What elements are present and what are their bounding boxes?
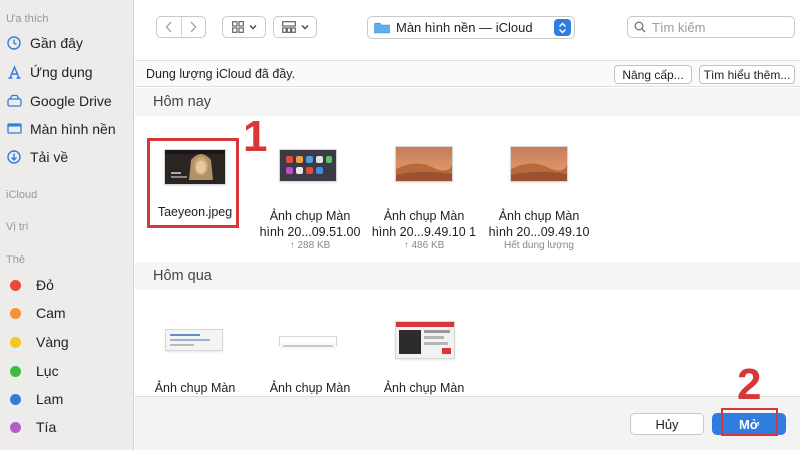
step-2-label: 2: [737, 360, 762, 409]
sidebar-tag-blue[interactable]: Lam: [6, 388, 63, 410]
chevron-left-icon: [165, 21, 172, 33]
tag-color-dot: [10, 365, 21, 377]
file-name: Ảnh chụp Màn: [269, 381, 351, 395]
location-popup[interactable]: Màn hình nền — iCloud: [367, 16, 575, 39]
sidebar-item-downloads[interactable]: Tải về: [6, 146, 68, 168]
desktop-icon: [6, 121, 22, 137]
sidebar-tag-yellow[interactable]: Vàng: [6, 331, 69, 353]
file-name-line2: hình 20...9.49.10 1: [371, 225, 477, 239]
sidebar-item-label: Lam: [36, 391, 64, 407]
sidebar-tag-red[interactable]: Đỏ: [6, 274, 54, 296]
file-name: Ảnh chụp Màn: [383, 381, 465, 395]
tag-color-dot: [10, 307, 21, 319]
locations-header: Vị trí: [6, 221, 29, 233]
file-status: Hết dung lượng: [504, 240, 574, 251]
file-name: Ảnh chụp Màn: [154, 381, 236, 395]
open-button-highlight: [721, 408, 778, 436]
file-name-line2: hình 20...09.51.00: [259, 225, 361, 239]
search-field[interactable]: Tìm kiếm: [627, 16, 795, 38]
file-thumbnail: [280, 150, 336, 181]
chevron-down-icon: [249, 25, 256, 30]
file-size: ↑ 486 KB: [403, 240, 445, 251]
tag-color-dot: [10, 393, 21, 405]
chevron-right-icon: [190, 21, 197, 33]
file-name-line1: Ảnh chụp Màn: [269, 209, 351, 223]
tags-header: Thẻ: [6, 254, 25, 266]
file-thumbnail: [396, 322, 454, 358]
sidebar-tag-purple[interactable]: Tía: [6, 416, 56, 438]
folder-icon: [374, 22, 390, 33]
sidebar-item-label: Ứng dụng: [30, 64, 93, 80]
file-thumbnail: [511, 147, 567, 181]
file-name-line1: Ảnh chụp Màn: [498, 209, 580, 223]
nav-buttons: [156, 16, 206, 38]
step-1-label: 1: [243, 112, 268, 161]
sidebar-item-recents[interactable]: Gần đây: [6, 32, 83, 54]
clock-icon: [6, 35, 22, 51]
sidebar-item-label: Màn hình nền: [30, 121, 116, 137]
toolbar: Màn hình nền — iCloud Tìm kiếm: [135, 0, 800, 54]
file-thumbnail: [166, 330, 222, 350]
cancel-button[interactable]: Hủy: [630, 413, 704, 435]
icloud-storage-banner: Dung lượng iCloud đã đầy. Nâng cấp... Tì…: [135, 60, 800, 87]
updown-chevron-icon: [554, 19, 571, 36]
file-thumbnail: [396, 147, 452, 181]
back-button[interactable]: [157, 17, 181, 37]
group-view-button[interactable]: [273, 16, 317, 38]
sidebar-item-google-drive[interactable]: Google Drive: [6, 90, 112, 112]
sidebar-item-label: Tải về: [30, 149, 69, 165]
apps-icon: [6, 64, 22, 80]
icloud-header: iCloud: [6, 189, 38, 201]
upgrade-button[interactable]: Nâng cấp...: [614, 65, 692, 84]
sidebar-item-label: Lục: [36, 363, 59, 379]
drive-icon: [6, 93, 22, 109]
group-icon: [281, 21, 296, 33]
section-header-yesterday: Hôm qua: [135, 262, 800, 290]
storage-full-message: Dung lượng iCloud đã đầy.: [146, 67, 296, 81]
tag-color-dot: [10, 336, 21, 348]
sidebar-item-label: Đỏ: [36, 277, 54, 293]
file-name-line1: Ảnh chụp Màn: [383, 209, 465, 223]
tag-color-dot: [10, 421, 21, 433]
favorites-header: Ưa thích: [6, 13, 49, 25]
file-thumbnail: [280, 337, 336, 350]
chevron-down-icon: [301, 25, 308, 30]
sidebar-item-label: Google Drive: [30, 93, 112, 109]
grid-icon: [231, 21, 244, 33]
section-header-today: Hôm nay: [135, 88, 800, 116]
sidebar: Ưa thích Gần đây Ứng dụng Google Drive M…: [0, 0, 134, 450]
search-placeholder: Tìm kiếm: [652, 19, 706, 35]
download-icon: [6, 149, 22, 165]
learn-more-button[interactable]: Tìm hiểu thêm...: [699, 65, 795, 84]
sidebar-item-label: Cam: [36, 305, 66, 321]
forward-button[interactable]: [180, 17, 206, 37]
sidebar-item-label: Gần đây: [30, 35, 83, 51]
sidebar-item-applications[interactable]: Ứng dụng: [6, 61, 93, 83]
sidebar-tag-orange[interactable]: Cam: [6, 302, 66, 324]
sidebar-item-label: Tía: [36, 419, 57, 435]
dialog-button-bar: Hủy Mở: [135, 396, 800, 450]
sidebar-tag-green[interactable]: Lục: [6, 360, 59, 382]
location-label: Màn hình nền — iCloud: [396, 20, 533, 35]
sidebar-item-label: Vàng: [36, 334, 69, 350]
tag-color-dot: [10, 279, 21, 291]
file-name-line2: hình 20...09.49.10: [488, 225, 590, 239]
icon-view-button[interactable]: [222, 16, 266, 38]
selection-highlight: [147, 138, 239, 228]
file-size: ↑ 288 KB: [289, 240, 331, 251]
search-icon: [634, 21, 646, 33]
sidebar-item-desktop[interactable]: Màn hình nền: [6, 118, 116, 140]
